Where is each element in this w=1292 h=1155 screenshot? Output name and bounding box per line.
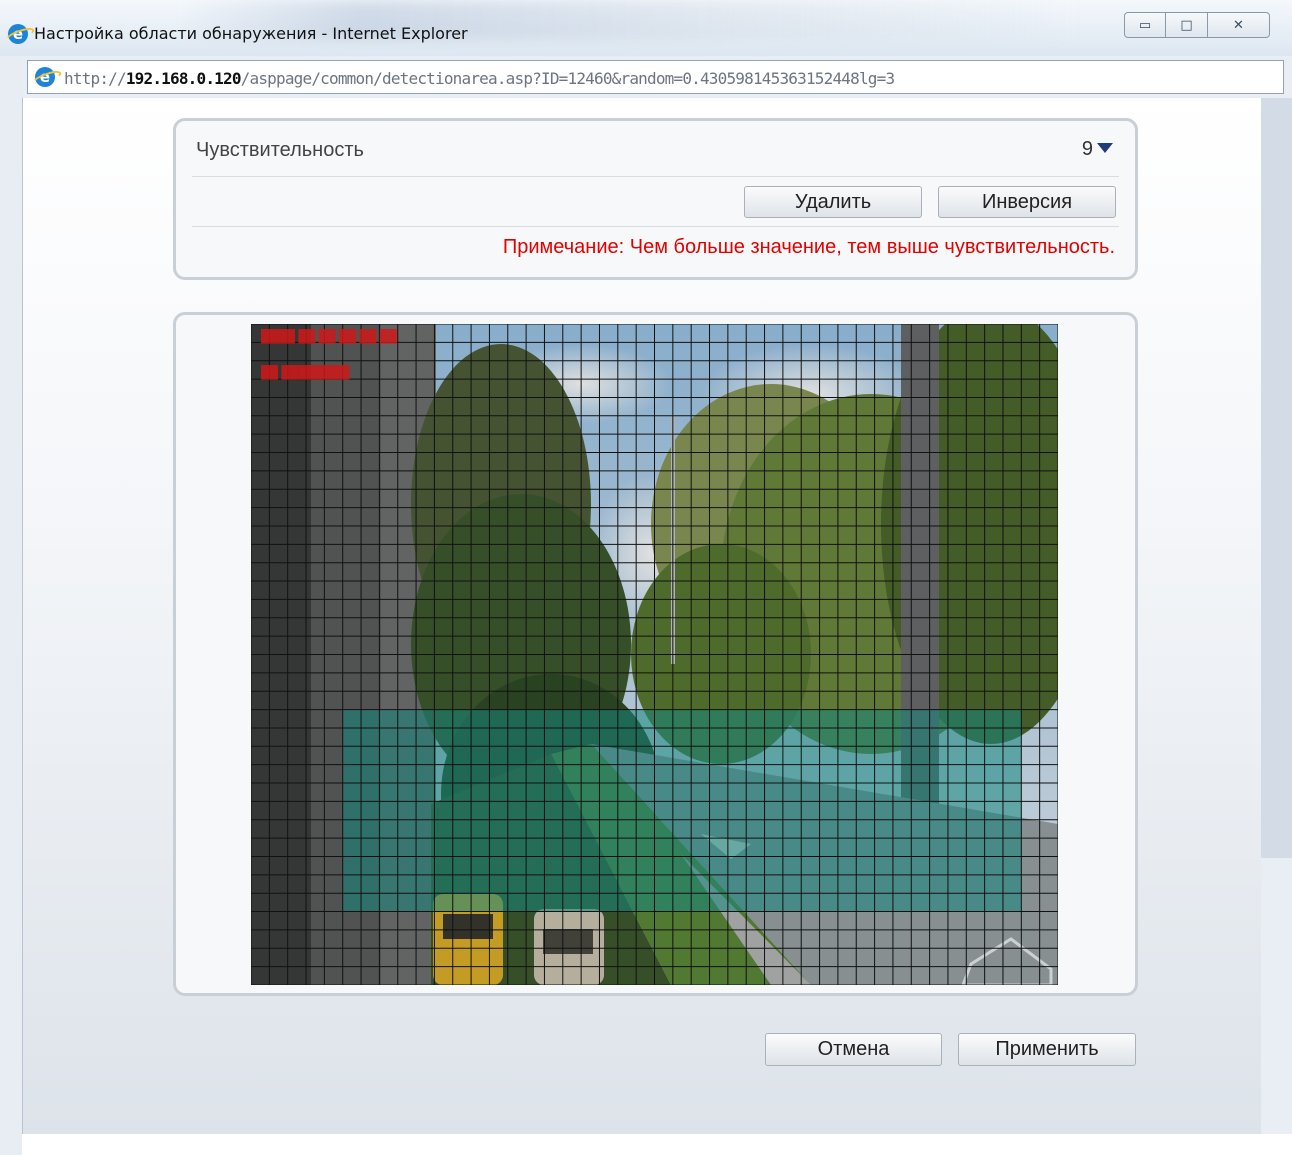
url-prefix: http:// xyxy=(64,69,127,88)
delete-button[interactable]: Удалить xyxy=(744,186,922,218)
chevron-down-icon xyxy=(1097,143,1113,153)
apply-button[interactable]: Применить xyxy=(958,1033,1136,1066)
settings-panel: Чувствительность 9 Удалить Инверсия Прим… xyxy=(173,118,1138,280)
sensitivity-value: 9 xyxy=(1081,138,1093,160)
sensitivity-label: Чувствительность xyxy=(196,139,364,161)
title-bar: e Настройка области обнаружения - Intern… xyxy=(0,0,1292,56)
camera-view[interactable]: ████ ██ ██ ██ ██ ██ ██ ████████ xyxy=(251,324,1058,985)
camera-image: ████ ██ ██ ██ ██ ██ ██ ████████ xyxy=(251,324,1058,985)
sensitivity-select[interactable]: 9 xyxy=(1082,138,1113,161)
detection-grid[interactable] xyxy=(251,324,1058,985)
window-controls: ▭ □ ✕ xyxy=(1124,12,1270,38)
window-left-edge xyxy=(0,56,22,1155)
url-host: 192.168.0.120 xyxy=(125,69,242,88)
status-area xyxy=(22,1134,1292,1155)
osd-timestamp: ████ ██ ██ ██ ██ ██ xyxy=(261,329,397,344)
divider xyxy=(192,226,1119,227)
minimize-icon[interactable]: ▭ xyxy=(1124,12,1166,38)
osd-channel: ██ ████████ xyxy=(261,365,350,380)
internet-explorer-icon: e xyxy=(8,24,28,44)
window-title: Настройка области обнаружения - Internet… xyxy=(34,24,468,43)
url-text[interactable]: http://192.168.0.120/asppage/common/dete… xyxy=(64,69,895,88)
address-bar[interactable]: e http://192.168.0.120/asppage/common/de… xyxy=(27,60,1284,94)
cancel-button[interactable]: Отмена xyxy=(765,1033,942,1066)
close-icon[interactable]: ✕ xyxy=(1208,12,1270,38)
background-window-strip xyxy=(1260,98,1292,858)
page-icon: e xyxy=(35,67,55,87)
invert-button[interactable]: Инверсия xyxy=(938,186,1116,218)
divider xyxy=(192,176,1119,177)
url-path: /asppage/common/detectionarea.asp?ID=124… xyxy=(240,69,895,88)
sensitivity-note: Примечание: Чем больше значение, тем выш… xyxy=(502,236,1115,258)
maximize-icon[interactable]: □ xyxy=(1166,12,1208,38)
